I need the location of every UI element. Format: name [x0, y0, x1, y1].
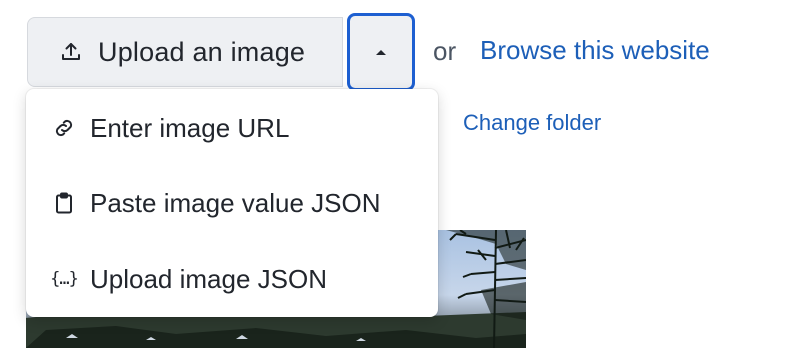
- browse-website-link[interactable]: Browse this website: [480, 35, 710, 66]
- image-upload-widget: Upload an image or Browse this website C…: [0, 0, 796, 348]
- upload-image-button[interactable]: Upload an image: [27, 17, 343, 87]
- upload-options-menu: Enter image URL Paste image value JSON {…: [26, 89, 438, 317]
- clipboard-icon: [51, 190, 77, 216]
- upload-image-label: Upload an image: [98, 36, 306, 67]
- upload-options-toggle[interactable]: [347, 13, 415, 91]
- or-separator: or: [433, 36, 457, 66]
- menu-item-paste-image-json[interactable]: Paste image value JSON: [26, 168, 438, 238]
- menu-item-label: Upload image JSON: [90, 263, 327, 294]
- change-folder-link[interactable]: Change folder: [463, 110, 601, 136]
- caret-up-icon: [376, 49, 386, 55]
- menu-item-enter-image-url[interactable]: Enter image URL: [26, 93, 438, 163]
- link-icon: [51, 115, 77, 141]
- json-braces-icon: {…}: [50, 269, 79, 289]
- upload-icon: [58, 39, 84, 65]
- menu-item-upload-image-json[interactable]: {…} Upload image JSON: [26, 244, 438, 314]
- menu-item-label: Enter image URL: [90, 112, 290, 143]
- menu-item-label: Paste image value JSON: [90, 187, 381, 218]
